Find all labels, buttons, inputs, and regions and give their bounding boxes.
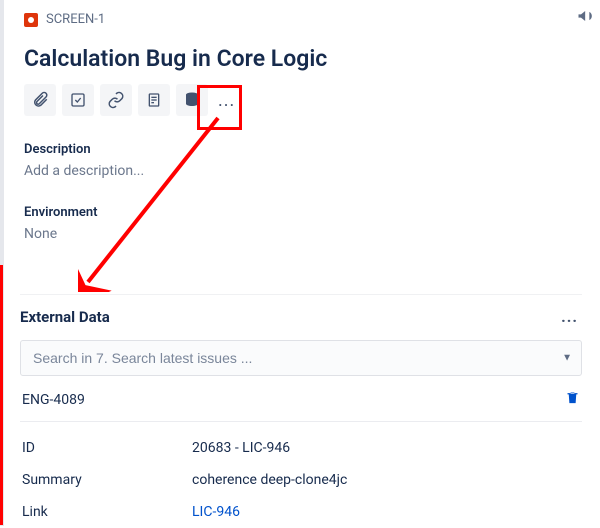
description-label: Description bbox=[24, 142, 582, 157]
external-data-search: ▼ bbox=[20, 340, 582, 376]
link-issue-button[interactable] bbox=[100, 84, 132, 116]
divider bbox=[20, 421, 582, 422]
linked-item-key: ENG-4089 bbox=[22, 392, 85, 408]
environment-field[interactable]: None bbox=[24, 226, 582, 242]
linked-item-row[interactable]: ENG-4089 bbox=[20, 376, 582, 421]
delete-link-button[interactable] bbox=[565, 390, 580, 409]
search-input[interactable] bbox=[20, 340, 582, 376]
field-label: Summary bbox=[22, 472, 192, 488]
annotation-panel-accent bbox=[0, 265, 3, 525]
issue-title[interactable]: Calculation Bug in Core Logic bbox=[24, 45, 582, 72]
field-row-summary: Summary coherence deep-clone4jc bbox=[20, 464, 582, 496]
description-field[interactable]: Add a description... bbox=[24, 163, 582, 179]
external-link[interactable]: LIC-946 bbox=[192, 504, 240, 520]
environment-label: Environment bbox=[24, 205, 582, 220]
field-label: Link bbox=[22, 504, 192, 520]
field-value: coherence deep-clone4jc bbox=[192, 472, 347, 488]
issue-toolbar: ... bbox=[24, 84, 582, 116]
linked-item-details: ID 20683 - LIC-946 Summary coherence dee… bbox=[20, 432, 582, 528]
panel-title: External Data bbox=[20, 308, 110, 326]
breadcrumb[interactable]: SCREEN-1 bbox=[24, 10, 582, 27]
add-checklist-button[interactable] bbox=[62, 84, 94, 116]
feedback-icon[interactable] bbox=[576, 6, 596, 26]
field-row-id: ID 20683 - LIC-946 bbox=[20, 432, 582, 464]
external-data-button[interactable] bbox=[176, 84, 208, 116]
toolbar-more-button[interactable]: ... bbox=[214, 90, 239, 111]
field-row-link: Link LIC-946 bbox=[20, 496, 582, 528]
issue-type-bug-icon bbox=[24, 13, 38, 27]
annotation-arrow bbox=[78, 112, 223, 292]
field-label: ID bbox=[22, 440, 192, 456]
panel-more-button[interactable]: ... bbox=[557, 303, 582, 330]
add-page-button[interactable] bbox=[138, 84, 170, 116]
breadcrumb-issue-key: SCREEN-1 bbox=[46, 12, 105, 27]
attach-button[interactable] bbox=[24, 84, 56, 116]
field-value: 20683 - LIC-946 bbox=[192, 440, 290, 456]
external-data-panel: External Data ... ▼ ENG-4089 ID 20683 - … bbox=[20, 294, 582, 528]
